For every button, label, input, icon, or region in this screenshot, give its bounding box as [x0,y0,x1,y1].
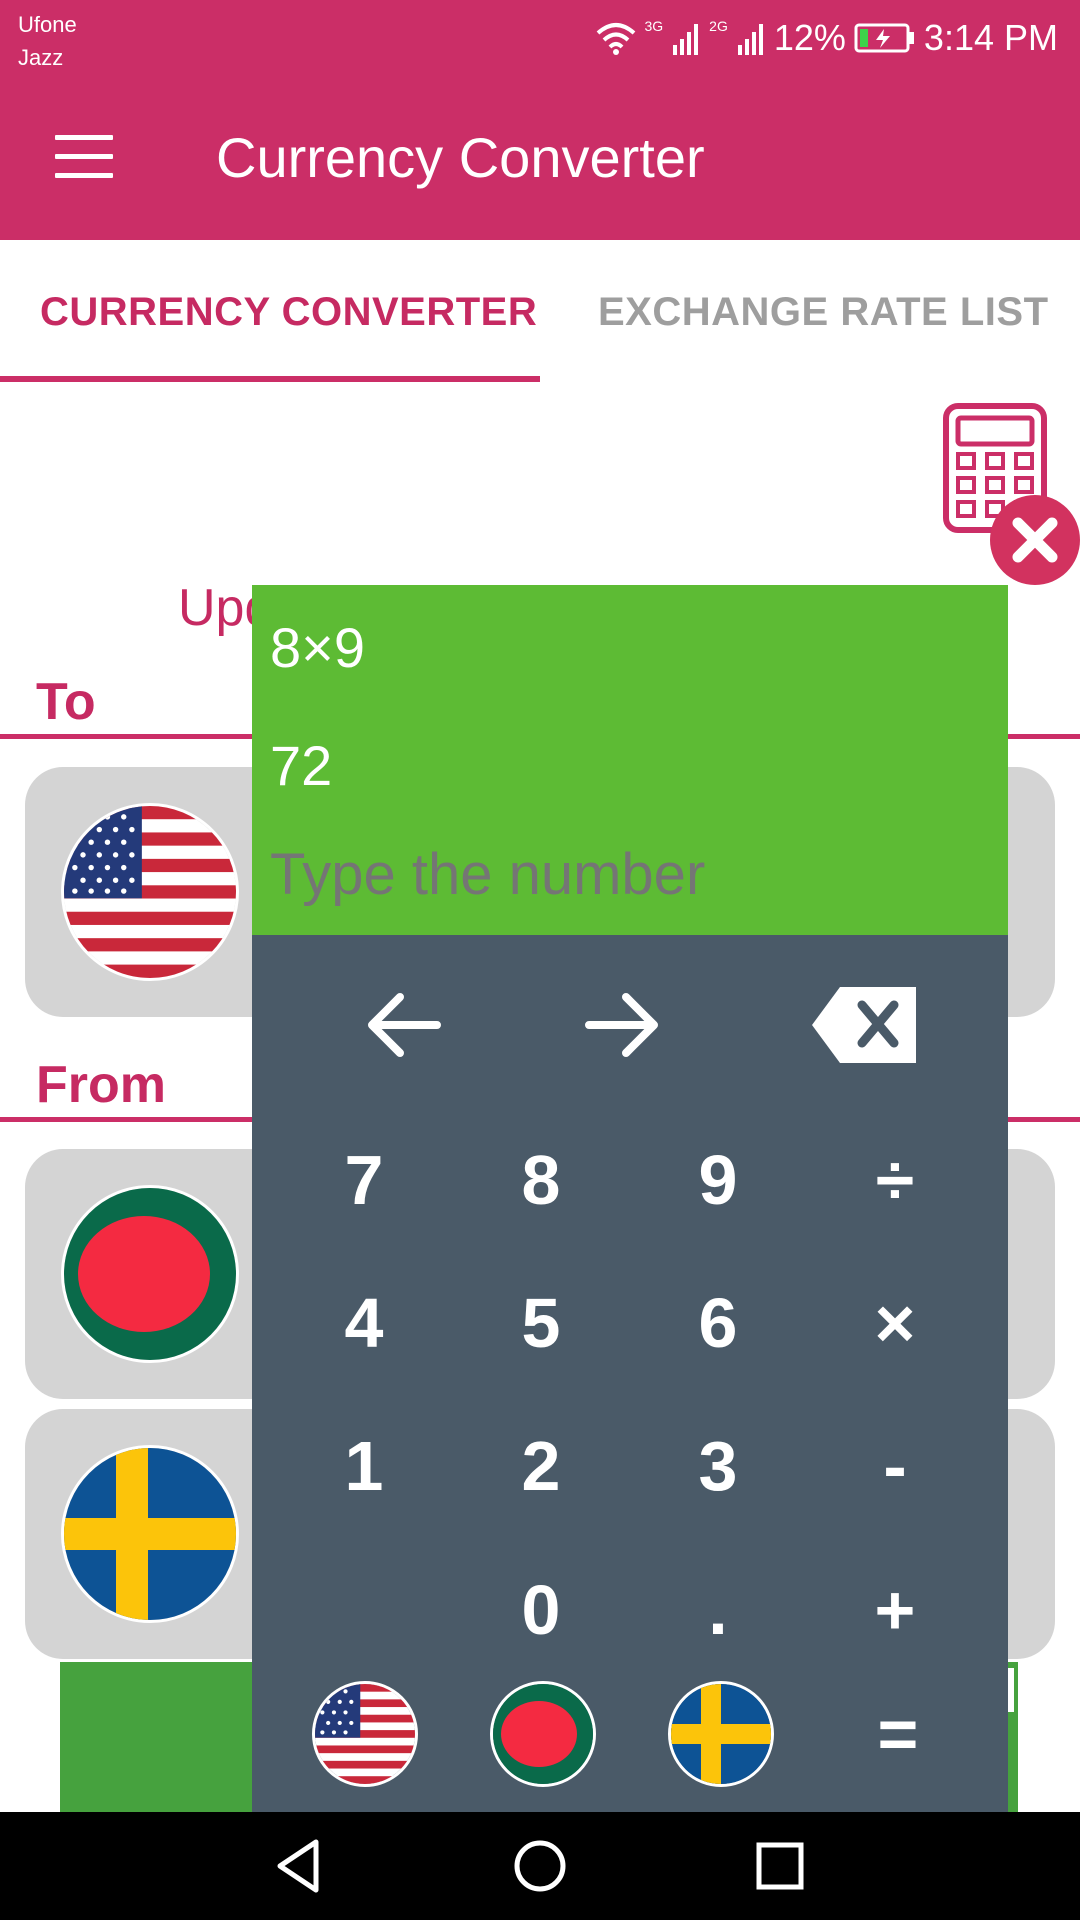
network-type-2: 2G [709,18,728,34]
close-calculator-button[interactable] [990,495,1080,585]
calculator-input[interactable] [270,841,990,908]
hamburger-menu-icon[interactable] [55,135,113,179]
app-bar: Currency Converter [0,75,1080,240]
battery-percent: 12% [773,17,846,58]
key-plus[interactable]: + [825,1555,965,1665]
carrier-info: Ufone Jazz [18,8,77,74]
from-label: From [36,1056,166,1114]
carrier-name-1: Ufone [18,12,77,37]
tab-indicator [0,376,540,382]
calculator-expression: 8×9 [270,616,365,679]
key-5[interactable]: 5 [471,1268,611,1378]
key-9[interactable]: 9 [648,1125,788,1235]
backspace-icon[interactable] [810,985,920,1065]
flag-usa-icon[interactable] [312,1681,418,1787]
key-8[interactable]: 8 [471,1125,611,1235]
close-icon [1012,517,1058,563]
flag-usa-icon [61,803,239,981]
key-minus[interactable]: - [825,1411,965,1521]
key-2[interactable]: 2 [471,1411,611,1521]
tab-currency-converter[interactable]: CURRENCY CONVERTER [40,290,537,335]
app-title: Currency Converter [216,126,705,189]
key-7[interactable]: 7 [294,1125,434,1235]
key-6[interactable]: 6 [648,1268,788,1378]
arrow-right-icon[interactable] [564,985,674,1065]
calculator-panel: 8×9 72 7 8 9 ÷ 4 5 6 × 1 2 3 - 0 . + [252,585,1008,1812]
signal-icon-2 [737,24,763,55]
key-4[interactable]: 4 [294,1268,434,1378]
tab-exchange-rate-list[interactable]: EXCHANGE RATE LIST [598,290,1049,335]
nav-recents-icon[interactable] [750,1836,810,1896]
key-decimal[interactable]: . [648,1555,788,1665]
flag-bangladesh-icon [61,1185,239,1363]
network-type-1: 3G [644,18,664,34]
key-equals[interactable]: = [828,1679,968,1789]
system-nav-bar [0,1812,1080,1920]
status-bar: Ufone Jazz 3G 2G 12% 3:14 PM [0,0,1080,75]
nav-back-icon[interactable] [270,1836,330,1896]
battery-charging-icon [854,23,914,53]
key-multiply[interactable]: × [825,1268,965,1378]
key-0[interactable]: 0 [471,1555,611,1665]
flag-sweden-icon[interactable] [668,1681,774,1787]
key-1[interactable]: 1 [294,1411,434,1521]
carrier-name-2: Jazz [18,45,64,70]
clock: 3:14 PM [923,17,1058,58]
wifi-icon [597,23,636,55]
calculator-result: 72 [270,734,333,797]
status-icons: 3G 2G 12% 3:14 PM [596,16,1058,60]
calculator-display: 8×9 72 [252,585,1008,935]
key-3[interactable]: 3 [648,1411,788,1521]
to-label: To [36,673,96,731]
arrow-left-icon[interactable] [352,985,462,1065]
tab-bar: CURRENCY CONVERTER EXCHANGE RATE LIST [0,240,1080,385]
green-bar-mark [1008,1668,1014,1712]
signal-icon [673,24,699,55]
flag-sweden-icon [61,1445,239,1623]
key-divide[interactable]: ÷ [825,1125,965,1235]
nav-home-icon[interactable] [510,1836,570,1896]
flag-bangladesh-icon[interactable] [490,1681,596,1787]
